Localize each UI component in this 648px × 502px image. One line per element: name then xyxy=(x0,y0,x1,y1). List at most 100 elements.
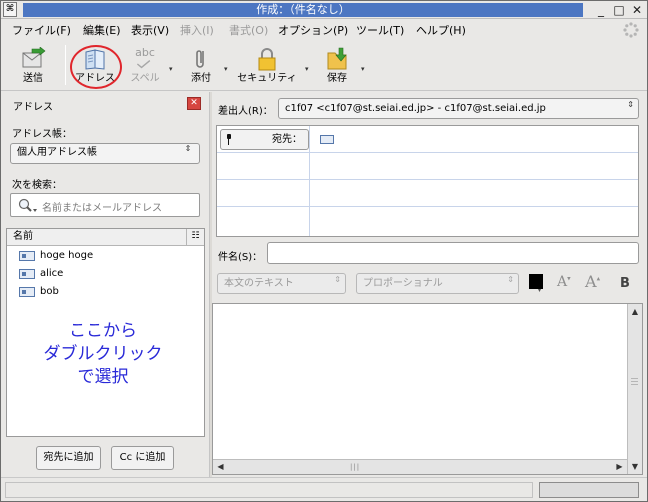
close-button[interactable]: ✕ xyxy=(629,2,645,18)
paragraph-style-value: 本文のテキスト xyxy=(224,278,294,289)
address-pane-title: アドレス xyxy=(13,102,53,113)
pin-icon xyxy=(227,134,231,145)
horizontal-scrollbar[interactable]: ◀ ||| ▶ xyxy=(213,459,627,474)
combo-arrows-icon: ⇕ xyxy=(507,275,514,284)
security-label: セキュリティ xyxy=(237,73,297,84)
send-button[interactable]: 送信 xyxy=(9,43,57,89)
close-sidebar-icon[interactable]: ✕ xyxy=(187,97,201,110)
scroll-left-icon[interactable]: ◀ xyxy=(214,461,227,473)
save-button[interactable]: 保存 xyxy=(315,43,359,89)
combo-arrows-icon: ⇕ xyxy=(627,100,634,109)
window-title: 作成：（件名なし） xyxy=(23,3,583,17)
save-icon xyxy=(327,47,347,70)
recipient-row[interactable] xyxy=(217,207,638,234)
spell-check-icon: abc xyxy=(132,47,158,71)
menu-insert[interactable]: 挿入(I) xyxy=(180,23,214,38)
contact-name: bob xyxy=(40,286,59,297)
contact-name: hoge hoge xyxy=(40,250,94,261)
search-label: 次を検索： xyxy=(12,180,62,191)
attach-label: 添付 xyxy=(191,73,211,84)
contact-row[interactable]: bob xyxy=(7,283,204,301)
toolbar: 送信 アドレス abc スペル ▾ 添付 ▾ セキュリティ ▾ 保存 ▾ xyxy=(1,41,647,91)
menu-view[interactable]: 表示(V) xyxy=(131,23,169,38)
recipient-row[interactable] xyxy=(217,180,638,207)
activity-spinner-icon xyxy=(623,22,639,38)
search-placeholder: 名前またはメールアドレス xyxy=(42,203,162,214)
address-sidebar: アドレス ✕ アドレス帳： 個人用アドレス帳 ⇕ 次を検索： 名前またはメールア… xyxy=(1,92,209,477)
spell-dropdown-arrow[interactable]: ▾ xyxy=(169,65,173,73)
contact-card-icon xyxy=(19,287,35,297)
from-label: 差出人(R)： xyxy=(218,106,273,117)
from-select[interactable]: c1f07 <c1f07@st.seiai.ed.jp> - c1f07@st.… xyxy=(278,98,639,119)
recipients-grid: 宛先： xyxy=(216,125,639,237)
recipient-type-select[interactable]: 宛先： xyxy=(220,129,309,150)
contact-name: alice xyxy=(40,268,64,279)
menu-bar: ファイル(F) 編集(E) 表示(V) 挿入(I) 書式(O) オプション(P)… xyxy=(1,20,647,41)
menu-format[interactable]: 書式(O) xyxy=(229,23,268,38)
paperclip-icon xyxy=(196,50,204,68)
scroll-down-icon[interactable]: ▼ xyxy=(629,460,641,473)
recipient-type-label: 宛先： xyxy=(272,134,302,145)
contact-card-icon xyxy=(19,251,35,261)
name-column-header[interactable]: 名前 ☷ xyxy=(7,229,204,246)
attach-button[interactable]: 添付 xyxy=(179,43,223,89)
title-bar: ⌘ 作成：（件名なし） _ □ ✕ xyxy=(1,1,647,19)
increase-font-size-icon[interactable]: A▴ xyxy=(585,272,600,291)
compose-window: ⌘ 作成：（件名なし） _ □ ✕ ファイル(F) 編集(E) 表示(V) 挿入… xyxy=(0,0,648,502)
column-header-label: 名前 xyxy=(13,231,33,242)
subject-input[interactable] xyxy=(267,242,639,264)
attach-dropdown-arrow[interactable]: ▾ xyxy=(224,65,228,73)
color-dropdown-arrow[interactable]: ▾ xyxy=(538,287,541,294)
scroll-up-icon[interactable]: ▲ xyxy=(629,305,641,318)
vertical-scrollbar[interactable]: ▲ ― ― ― ▼ xyxy=(627,304,642,474)
address-book-select[interactable]: 個人用アドレス帳 ⇕ xyxy=(10,143,200,164)
paragraph-style-select[interactable]: 本文のテキスト ⇕ xyxy=(217,273,346,294)
subject-label: 件名(S)： xyxy=(218,252,263,263)
menu-file[interactable]: ファイル(F) xyxy=(12,23,71,38)
security-dropdown-arrow[interactable]: ▾ xyxy=(305,65,309,73)
scroll-grip-icon: ||| xyxy=(350,463,361,471)
address-book-label: アドレス帳： xyxy=(12,129,72,140)
send-icon xyxy=(22,47,46,68)
combo-arrows-icon: ⇕ xyxy=(334,275,341,284)
column-picker-icon[interactable]: ☷ xyxy=(186,229,204,245)
message-body-editor[interactable]: ▲ ― ― ― ▼ ◀ ||| ▶ xyxy=(212,303,643,475)
recipient-row: 宛先： xyxy=(217,126,638,153)
save-label: 保存 xyxy=(327,73,347,84)
add-cc-button[interactable]: Cc に追加 xyxy=(111,446,174,470)
spell-button[interactable]: abc スペル xyxy=(123,43,167,89)
status-text-field xyxy=(5,482,533,498)
font-family-value: プロポーショナル xyxy=(363,278,443,289)
app-icon[interactable]: ⌘ xyxy=(3,2,17,17)
contact-card-icon xyxy=(19,269,35,279)
add-to-button[interactable]: 宛先に追加 xyxy=(36,446,101,470)
address-button[interactable]: アドレス xyxy=(71,43,119,89)
minimize-button[interactable]: _ xyxy=(593,2,609,18)
contact-row[interactable]: alice xyxy=(7,265,204,283)
combo-arrows-icon: ⇕ xyxy=(184,144,192,153)
menu-options[interactable]: オプション(P) xyxy=(278,23,348,38)
from-value: c1f07 <c1f07@st.seiai.ed.jp> - c1f07@st.… xyxy=(285,103,546,114)
progress-meter xyxy=(539,482,639,498)
decrease-font-size-icon[interactable]: A▾ xyxy=(557,274,571,290)
menu-help[interactable]: ヘルプ(H) xyxy=(416,23,466,38)
recipient-row[interactable] xyxy=(217,153,638,180)
spell-label: スペル xyxy=(130,73,160,84)
scroll-grip-icon: ― ― ― xyxy=(631,374,638,388)
address-book-value: 個人用アドレス帳 xyxy=(17,147,97,158)
address-label: アドレス xyxy=(75,73,115,84)
contact-row[interactable]: hoge hoge xyxy=(7,247,204,265)
font-family-select[interactable]: プロポーショナル ⇕ xyxy=(356,273,519,294)
instruction-annotation: ここから ダブルクリック で選択 xyxy=(43,321,163,387)
format-toolbar: 本文のテキスト ⇕ プロポーショナル ⇕ ▾ A▾ A▴ B xyxy=(212,270,647,298)
scroll-right-icon[interactable]: ▶ xyxy=(613,461,626,473)
menu-edit[interactable]: 編集(E) xyxy=(83,23,121,38)
address-book-icon xyxy=(85,49,105,70)
menu-tools[interactable]: ツール(T) xyxy=(356,23,404,38)
security-button[interactable]: セキュリティ xyxy=(234,43,300,89)
send-label: 送信 xyxy=(23,73,43,84)
contact-search-input[interactable]: 名前またはメールアドレス xyxy=(10,193,200,217)
maximize-button[interactable]: □ xyxy=(611,2,627,18)
save-dropdown-arrow[interactable]: ▾ xyxy=(361,65,365,73)
bold-button[interactable]: B xyxy=(620,276,630,291)
